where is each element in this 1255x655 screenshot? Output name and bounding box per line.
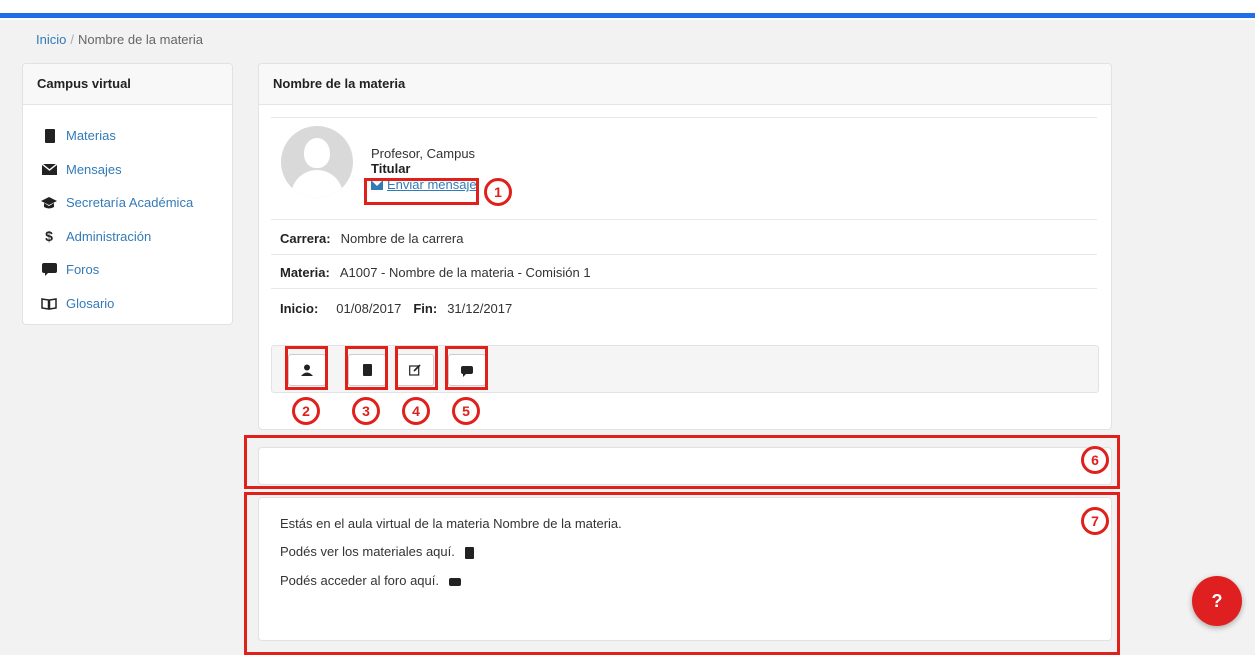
book-icon[interactable] <box>464 546 474 559</box>
sidebar-item-mensajes[interactable]: Mensajes <box>23 153 232 187</box>
announcements-panel <box>258 447 1112 485</box>
divider <box>271 117 1097 118</box>
callout-1: 1 <box>484 178 512 206</box>
sidebar-item-label: Administración <box>66 228 152 244</box>
open-book-icon <box>41 296 57 310</box>
sidebar-item-administracion[interactable]: $ Administración <box>23 220 232 254</box>
callout-4: 4 <box>402 397 430 425</box>
teacher-role: Titular <box>371 161 411 176</box>
envelope-icon <box>41 162 57 176</box>
help-button[interactable]: ? <box>1192 576 1242 626</box>
user-icon <box>301 364 313 376</box>
top-bar <box>0 0 1255 20</box>
info-line-2: Podés ver los materiales aquí. <box>280 544 474 559</box>
sidebar-item-foros[interactable]: Foros <box>23 253 232 287</box>
top-accent-line <box>0 13 1255 18</box>
sidebar-item-label: Glosario <box>66 295 115 311</box>
sidebar-item-label: Secretaría Académica <box>66 195 194 211</box>
teacher-name: Profesor, Campus <box>371 146 476 161</box>
course-panel: Nombre de la materia Profesor, Campus Ti… <box>258 63 1112 430</box>
subject-row: Materia: A1007 - Nombre de la materia - C… <box>280 265 591 280</box>
participants-button[interactable] <box>288 354 326 386</box>
start-value: 01/08/2017 <box>336 301 402 316</box>
info-line-3: Podés acceder al foro aquí. <box>280 573 461 588</box>
callout-3: 3 <box>352 397 380 425</box>
start-label: Inicio: <box>280 301 319 316</box>
subject-value: A1007 - Nombre de la materia - Comisión … <box>339 265 591 280</box>
book-icon <box>362 364 372 376</box>
end-label: Fin: <box>413 301 438 316</box>
sidebar-item-label: Mensajes <box>66 161 122 177</box>
divider <box>271 254 1097 255</box>
sidebar-item-secretaria[interactable]: Secretaría Académica <box>23 186 232 220</box>
info-line-3-text: Podés acceder al foro aquí. <box>280 573 439 588</box>
graduation-cap-icon <box>41 196 57 210</box>
edit-icon <box>409 364 421 376</box>
dollar-icon: $ <box>45 228 53 245</box>
breadcrumb: Inicio / Nombre de la materia <box>36 32 203 47</box>
career-row: Carrera: Nombre de la carrera <box>280 231 463 246</box>
comment-icon[interactable] <box>449 577 461 586</box>
info-line-2-text: Podés ver los materiales aquí. <box>280 544 455 559</box>
avatar <box>281 126 353 198</box>
callout-5: 5 <box>452 397 480 425</box>
breadcrumb-separator: / <box>70 32 74 47</box>
send-message-label: Enviar mensaje <box>387 177 477 192</box>
info-line-1: Estás en el aula virtual de la materia N… <box>280 516 622 531</box>
book-icon <box>41 128 57 143</box>
comment-icon <box>41 263 57 277</box>
comment-icon <box>461 366 473 377</box>
assignments-button[interactable] <box>396 354 434 386</box>
divider <box>271 288 1097 289</box>
course-toolbar <box>271 345 1099 393</box>
callout-7: 7 <box>1081 507 1109 535</box>
sidebar-item-label: Foros <box>66 262 100 278</box>
forum-button[interactable] <box>448 354 486 386</box>
info-panel: Estás en el aula virtual de la materia N… <box>258 497 1112 641</box>
breadcrumb-current: Nombre de la materia <box>77 32 203 47</box>
sidebar-item-label: Materias <box>66 128 116 144</box>
subject-label: Materia: <box>280 265 330 280</box>
callout-6: 6 <box>1081 446 1109 474</box>
end-value: 31/12/2017 <box>447 301 513 316</box>
sidebar-item-materias[interactable]: Materias <box>23 119 232 153</box>
send-message-link[interactable]: Enviar mensaje <box>371 176 477 194</box>
divider <box>271 219 1097 220</box>
envelope-icon <box>371 181 383 191</box>
course-title: Nombre de la materia <box>259 64 1111 105</box>
career-value: Nombre de la carrera <box>340 231 464 246</box>
career-label: Carrera: <box>280 231 331 246</box>
dates-row: Inicio: 01/08/2017 Fin: 31/12/2017 <box>280 301 512 316</box>
breadcrumb-home-link[interactable]: Inicio <box>36 32 66 47</box>
callout-2: 2 <box>292 397 320 425</box>
sidebar: Campus virtual Materias Mensajes Secreta… <box>22 63 233 325</box>
materials-button[interactable] <box>348 354 386 386</box>
sidebar-item-glosario[interactable]: Glosario <box>23 287 232 321</box>
sidebar-title: Campus virtual <box>23 64 232 105</box>
